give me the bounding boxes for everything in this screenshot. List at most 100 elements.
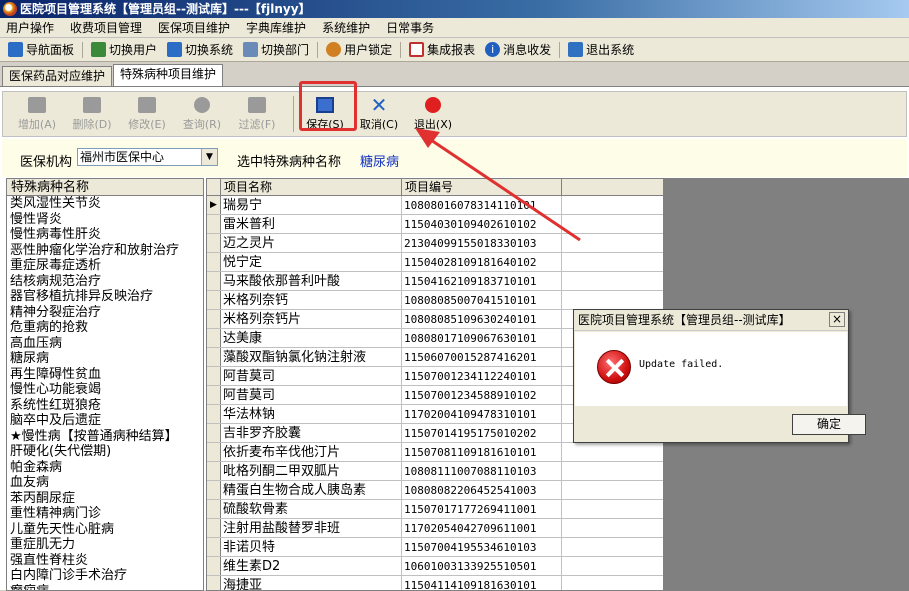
navigation-panel-button[interactable]: 导航面板: [6, 41, 76, 58]
row-indicator[interactable]: [207, 424, 221, 442]
row-indicator[interactable]: [207, 367, 221, 385]
table-row[interactable]: 米格列奈钙10808085007041510101: [207, 291, 663, 310]
cell-item-name[interactable]: 悦宁定: [221, 253, 402, 271]
table-row[interactable]: ▶瑞易宁10808016078314110101: [207, 196, 663, 215]
org-select[interactable]: 福州市医保中心 ▼: [77, 148, 218, 166]
row-indicator[interactable]: [207, 405, 221, 423]
disease-list-item[interactable]: 再生障碍性贫血: [7, 367, 203, 383]
cell-item-code[interactable]: 21304099155018330103: [402, 234, 562, 252]
row-indicator[interactable]: [207, 253, 221, 271]
row-indicator[interactable]: [207, 329, 221, 347]
disease-list-item[interactable]: 结核病规范治疗: [7, 274, 203, 290]
cell-item-code[interactable]: 11507001234588910102: [402, 386, 562, 404]
row-indicator[interactable]: [207, 386, 221, 404]
table-row[interactable]: 雷米普利11504030109402610102: [207, 215, 663, 234]
cell-item-code[interactable]: 11506070015287416201: [402, 348, 562, 366]
ok-button[interactable]: 确定: [792, 414, 866, 435]
tab-drug-mapping[interactable]: 医保药品对应维护: [2, 66, 112, 86]
cell-item-name[interactable]: 维生素D2: [221, 557, 402, 575]
menu-charge-items[interactable]: 收费项目管理: [70, 19, 142, 36]
cancel-button[interactable]: ✕ 取消(C): [355, 94, 403, 134]
table-row[interactable]: 马来酸依那普利叶酸11504162109183710101: [207, 272, 663, 291]
disease-list-item[interactable]: 精神分裂症治疗: [7, 305, 203, 321]
row-indicator[interactable]: [207, 310, 221, 328]
query-button[interactable]: 查询(R): [178, 94, 226, 134]
table-row[interactable]: 注射用盐酸替罗非班11702054042709611001: [207, 519, 663, 538]
cell-item-code[interactable]: 11504162109183710101: [402, 272, 562, 290]
filter-button[interactable]: 过滤(F): [233, 94, 281, 134]
delete-button[interactable]: 删除(D): [68, 94, 116, 134]
disease-list-item[interactable]: 危重病的抢救: [7, 320, 203, 336]
cell-item-name[interactable]: 精蛋白生物合成人胰岛素: [221, 481, 402, 499]
row-indicator[interactable]: [207, 462, 221, 480]
disease-list-item[interactable]: 系统性红斑狼疮: [7, 398, 203, 414]
table-row[interactable]: 迈之灵片21304099155018330103: [207, 234, 663, 253]
cell-item-code[interactable]: 10808111007088110103: [402, 462, 562, 480]
cell-item-name[interactable]: 达美康: [221, 329, 402, 347]
table-row[interactable]: 维生素D210601003133925510501: [207, 557, 663, 576]
disease-list-header[interactable]: 特殊病种名称: [7, 179, 203, 196]
message-button[interactable]: i 消息收发: [483, 41, 553, 58]
disease-list-item[interactable]: 器官移植抗排异反映治疗: [7, 289, 203, 305]
cell-item-name[interactable]: 瑞易宁: [221, 196, 402, 214]
cell-item-name[interactable]: 海捷亚: [221, 576, 402, 591]
table-row[interactable]: 吡格列酮二甲双胍片10808111007088110103: [207, 462, 663, 481]
menu-user-ops[interactable]: 用户操作: [6, 19, 54, 36]
cell-item-code[interactable]: 11507004195534610103: [402, 538, 562, 556]
exit-button[interactable]: 退出(X): [409, 94, 457, 134]
disease-list-item[interactable]: 重症尿毒症透析: [7, 258, 203, 274]
table-row[interactable]: 依折麦布辛伐他汀片11507081109181610101: [207, 443, 663, 462]
user-lock-button[interactable]: 用户锁定: [324, 41, 394, 58]
cell-item-name[interactable]: 非诺贝特: [221, 538, 402, 556]
menu-system[interactable]: 系统维护: [322, 19, 370, 36]
menu-insurance-items[interactable]: 医保项目维护: [158, 19, 230, 36]
row-indicator[interactable]: [207, 215, 221, 233]
row-indicator[interactable]: [207, 272, 221, 290]
cell-item-name[interactable]: 注射用盐酸替罗非班: [221, 519, 402, 537]
disease-list-item[interactable]: 儿童先天性心脏病: [7, 522, 203, 538]
close-icon[interactable]: ×: [829, 312, 845, 327]
disease-list-item[interactable]: 白内障门诊手术治疗: [7, 568, 203, 584]
cell-item-code[interactable]: 11507014195175010202: [402, 424, 562, 442]
cell-item-code[interactable]: 11507081109181610101: [402, 443, 562, 461]
disease-list-item[interactable]: 脑卒中及后遗症: [7, 413, 203, 429]
disease-list-item[interactable]: 肝硬化(失代偿期): [7, 444, 203, 460]
cell-item-name[interactable]: 阿昔莫司: [221, 367, 402, 385]
cell-item-code[interactable]: 11504114109181630101: [402, 576, 562, 591]
disease-list-item[interactable]: 恶性肿瘤化学治疗和放射治疗: [7, 243, 203, 259]
row-indicator[interactable]: [207, 481, 221, 499]
disease-list-item[interactable]: 糖尿病: [7, 351, 203, 367]
tab-special-disease[interactable]: 特殊病种项目维护: [113, 64, 223, 86]
table-row[interactable]: 悦宁定11504028109181640102: [207, 253, 663, 272]
cell-item-code[interactable]: 10601003133925510501: [402, 557, 562, 575]
disease-list[interactable]: 特殊病种名称 类风湿性关节炎慢性肾炎慢性病毒性肝炎恶性肿瘤化学治疗和放射治疗重症…: [6, 178, 204, 591]
disease-list-item[interactable]: 慢性病毒性肝炎: [7, 227, 203, 243]
row-indicator[interactable]: [207, 519, 221, 537]
switch-department-button[interactable]: 切换部门: [241, 41, 311, 58]
row-indicator[interactable]: [207, 538, 221, 556]
menu-daily[interactable]: 日常事务: [386, 19, 434, 36]
cell-item-name[interactable]: 雷米普利: [221, 215, 402, 233]
cell-item-name[interactable]: 马来酸依那普利叶酸: [221, 272, 402, 290]
table-row[interactable]: 硫酸软骨素11507017177269411001: [207, 500, 663, 519]
menu-dictionary[interactable]: 字典库维护: [246, 19, 306, 36]
row-indicator[interactable]: [207, 500, 221, 518]
disease-list-item[interactable]: 类风湿性关节炎: [7, 196, 203, 212]
table-row[interactable]: 精蛋白生物合成人胰岛素10808082206452541003: [207, 481, 663, 500]
cell-item-name[interactable]: 迈之灵片: [221, 234, 402, 252]
cell-item-code[interactable]: 10808085109630240101: [402, 310, 562, 328]
cell-item-name[interactable]: 硫酸软骨素: [221, 500, 402, 518]
cell-item-code[interactable]: 11504028109181640102: [402, 253, 562, 271]
cell-item-name[interactable]: 华法林钠: [221, 405, 402, 423]
cell-item-code[interactable]: 10808017109067630101: [402, 329, 562, 347]
report-button[interactable]: 集成报表: [407, 41, 477, 58]
cell-item-name[interactable]: 吡格列酮二甲双胍片: [221, 462, 402, 480]
disease-list-item[interactable]: 重性精神病门诊: [7, 506, 203, 522]
switch-system-button[interactable]: 切换系统: [165, 41, 235, 58]
add-button[interactable]: 增加(A): [13, 94, 61, 134]
cell-item-code[interactable]: 10808082206452541003: [402, 481, 562, 499]
switch-user-button[interactable]: 切换用户: [89, 41, 159, 58]
disease-list-item[interactable]: 重症肌无力: [7, 537, 203, 553]
cell-item-code[interactable]: 11702004109478310101: [402, 405, 562, 423]
disease-list-item[interactable]: 高血压病: [7, 336, 203, 352]
